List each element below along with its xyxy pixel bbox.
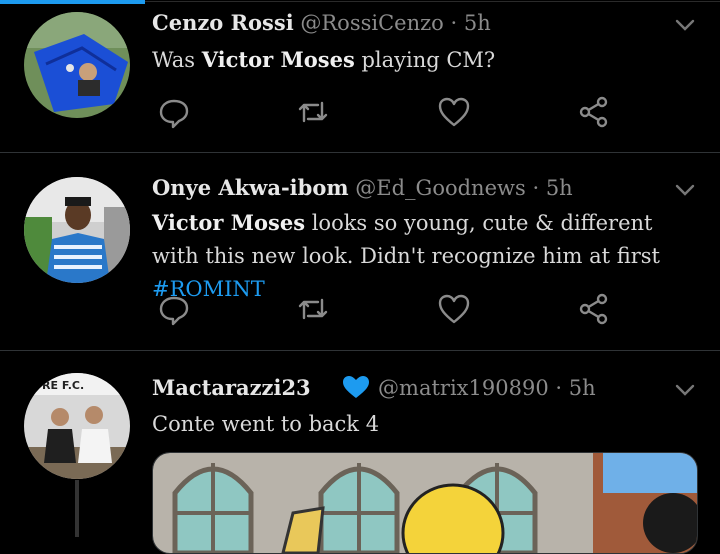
tweet-header: Cenzo Rossi @RossiCenzo · 5h [152,10,491,35]
timestamp[interactable]: 5h [546,176,573,200]
thread-line [75,480,79,537]
user-handle[interactable]: @Ed_Goodnews [355,176,525,200]
chevron-down-icon[interactable] [674,379,696,401]
timestamp[interactable]: 5h [464,11,491,35]
separator-dot: · [450,11,458,35]
tweet-card[interactable]: Cenzo Rossi @RossiCenzo · 5h Was Victor … [0,0,720,153]
tweet-header: Mactarazzi23 @matrix190890 · 5h [152,375,596,404]
mention-text: Victor Moses [201,47,355,72]
tweet-media-image[interactable] [152,452,698,554]
tweet-text: Conte went to back 4 [152,412,380,436]
retweet-icon[interactable] [295,291,331,327]
chevron-down-icon[interactable] [674,179,696,201]
timestamp[interactable]: 5h [569,376,596,400]
tweet-text: Was Victor Moses playing CM? [152,43,700,77]
mention-text: Victor Moses [152,210,306,235]
tweet-actions [152,291,622,327]
separator-dot: · [555,376,563,400]
display-name[interactable]: Mactarazzi23 [152,375,311,400]
chevron-down-icon[interactable] [674,14,696,36]
display-name[interactable]: Onye Akwa-ibom [152,175,349,200]
reply-icon[interactable] [156,291,192,327]
retweet-icon[interactable] [295,94,331,130]
avatar[interactable] [24,12,130,118]
tweet-text-prefix: Was [152,48,202,72]
user-handle[interactable]: @matrix190890 [378,376,549,400]
tweet-text-suffix: playing CM? [354,48,496,72]
share-icon[interactable] [576,94,612,130]
tweet-actions [152,94,622,130]
avatar[interactable] [24,177,130,283]
avatar-sign-text: RE F.C. [42,379,84,392]
verified-icon [341,375,371,404]
separator-dot: · [532,176,540,200]
like-icon[interactable] [436,291,472,327]
user-handle[interactable]: @RossiCenzo [300,11,443,35]
display-name[interactable]: Cenzo Rossi [152,10,294,35]
tweet-card[interactable]: Onye Akwa-ibom @Ed_Goodnews · 5h Victor … [0,153,720,351]
avatar[interactable]: RE F.C. [24,373,130,479]
share-icon[interactable] [576,291,612,327]
tweet-header: Onye Akwa-ibom @Ed_Goodnews · 5h [152,175,573,200]
reply-icon[interactable] [156,94,192,130]
like-icon[interactable] [436,94,472,130]
